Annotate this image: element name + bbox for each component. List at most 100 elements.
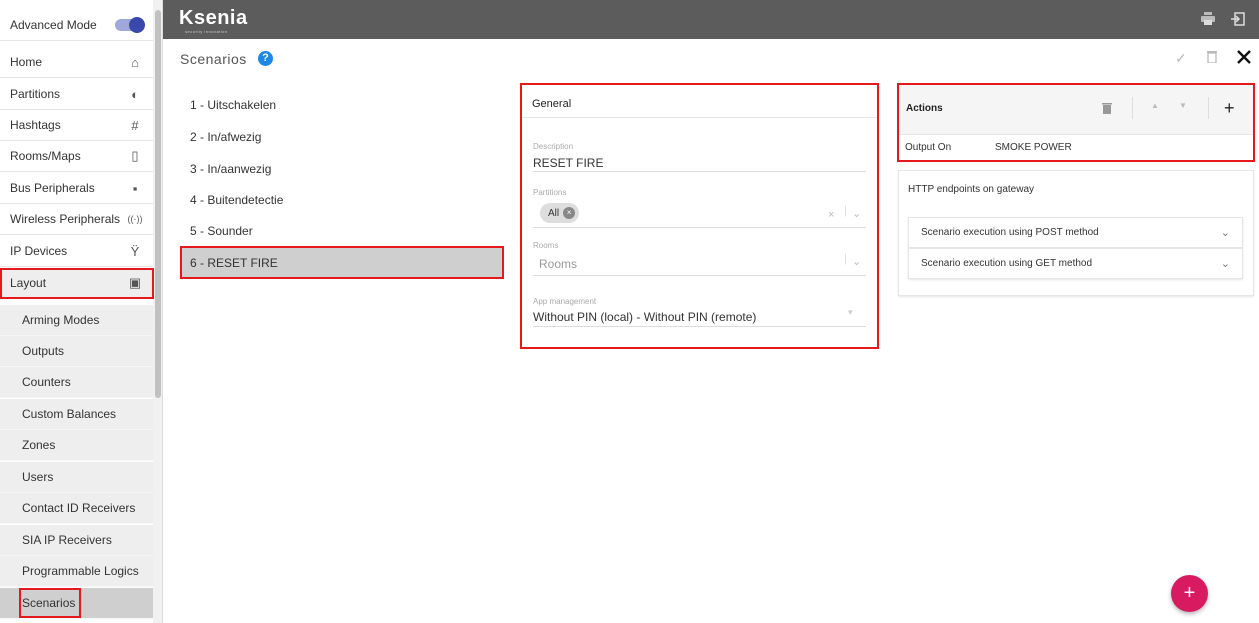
sidebar-subitem-counters[interactable]: Counters bbox=[0, 367, 153, 398]
sidebar-item-label: Layout bbox=[10, 276, 47, 290]
description-field[interactable]: RESET FIRE bbox=[533, 156, 603, 170]
scenario-label: 3 - In/aanwezig bbox=[190, 161, 272, 176]
actions-card: Actions ▲ ▼ + Output On SMOKE POWER bbox=[898, 84, 1254, 161]
sidebar-item-rooms-maps[interactable]: Rooms/Maps ▯ bbox=[0, 141, 153, 172]
sidebar-item-hashtags[interactable]: Hashtags # bbox=[0, 110, 153, 141]
scenario-item-selected[interactable]: 6 - RESET FIRE bbox=[180, 247, 502, 278]
sidebar-subitem-label: Programmable Logics bbox=[22, 564, 139, 578]
sidebar-subitem-scenarios[interactable]: Scenarios bbox=[0, 588, 153, 619]
app-root: Advanced Mode Home ⌂ Partitions ◐ Hashta… bbox=[0, 0, 1259, 623]
sidebar-item-bus-peripherals[interactable]: Bus Peripherals ▪ bbox=[0, 173, 153, 204]
add-scenario-fab[interactable]: + bbox=[1171, 575, 1208, 612]
app-management-label: App management bbox=[533, 297, 597, 306]
page-title: Scenarios bbox=[180, 51, 247, 67]
actions-title: Actions bbox=[906, 103, 943, 114]
action-row-type[interactable]: Output On bbox=[905, 142, 951, 153]
general-title: General bbox=[532, 98, 572, 110]
sidebar-subitem-label: Custom Balances bbox=[22, 407, 117, 421]
rooms-underline bbox=[533, 275, 866, 276]
top-bar: Ksenia security innovation bbox=[163, 0, 1259, 39]
help-icon[interactable]: ? bbox=[258, 51, 273, 66]
sidebar-item-ip-devices[interactable]: IP Devices Ÿ bbox=[0, 236, 153, 267]
sidebar-subitem-users[interactable]: Users bbox=[0, 462, 153, 493]
scenario-item[interactable]: 3 - In/aanwezig bbox=[180, 153, 502, 184]
scenario-label: 5 - Sounder bbox=[190, 223, 253, 238]
move-down-icon[interactable]: ▼ bbox=[1179, 101, 1187, 110]
description-label: Description bbox=[533, 142, 574, 151]
chevron-down-icon: ⌄ bbox=[1220, 227, 1230, 239]
clear-icon[interactable]: × bbox=[828, 209, 834, 221]
sidebar-subitem-custom-balances[interactable]: Custom Balances bbox=[0, 399, 153, 430]
partitions-label: Partitions bbox=[533, 188, 567, 197]
advanced-mode-label: Advanced Mode bbox=[10, 17, 97, 32]
select-separator: | bbox=[844, 253, 847, 265]
rooms-select[interactable]: Rooms bbox=[539, 257, 577, 271]
action-row-target[interactable]: SMOKE POWER bbox=[995, 142, 1072, 153]
header-separator bbox=[1208, 97, 1209, 119]
sidebar-scrollbar-thumb[interactable] bbox=[155, 10, 161, 398]
partitions-underline bbox=[533, 227, 866, 228]
trash-icon[interactable] bbox=[1102, 102, 1112, 117]
scenario-item[interactable]: 5 - Sounder bbox=[180, 215, 502, 246]
sidebar-subitem-contact-id-receivers[interactable]: Contact ID Receivers bbox=[0, 493, 153, 524]
delete-icon[interactable] bbox=[1207, 50, 1217, 66]
logo-tagline: security innovation bbox=[185, 29, 228, 34]
sidebar-item-layout[interactable]: Layout ▣ bbox=[0, 268, 153, 299]
chevron-down-icon[interactable]: ⌄ bbox=[852, 207, 861, 220]
logout-icon[interactable] bbox=[1231, 12, 1245, 29]
sidebar: Advanced Mode Home ⌂ Partitions ◐ Hashta… bbox=[0, 0, 163, 623]
scenario-item[interactable]: 2 - In/afwezig bbox=[180, 121, 502, 152]
accordion-label: Scenario execution using GET method bbox=[921, 258, 1093, 269]
scenario-label: 4 - Buitendetectie bbox=[190, 192, 284, 207]
pie-icon: ◐ bbox=[131, 86, 139, 102]
sidebar-subitem-label: Counters bbox=[22, 375, 71, 389]
device-icon: ▪ bbox=[132, 180, 138, 196]
partition-chip-all[interactable]: All × bbox=[540, 203, 580, 223]
accordion-get-method[interactable]: Scenario execution using GET method ⌄ bbox=[908, 248, 1243, 279]
accordion-post-method[interactable]: Scenario execution using POST method ⌄ bbox=[908, 217, 1243, 248]
hashtag-icon: # bbox=[131, 117, 139, 133]
sidebar-item-label: Wireless Peripherals bbox=[10, 212, 121, 226]
sidebar-subitem-label: Scenarios bbox=[22, 596, 76, 610]
sidebar-subitem-programmable-logics[interactable]: Programmable Logics bbox=[0, 556, 153, 587]
chevron-down-icon[interactable]: ⌄ bbox=[852, 255, 861, 268]
scenario-label: 1 - Uitschakelen bbox=[190, 97, 277, 112]
confirm-check-icon[interactable]: ✓ bbox=[1175, 50, 1187, 67]
chip-remove-icon[interactable]: × bbox=[563, 207, 576, 219]
sidebar-item-label: Bus Peripherals bbox=[10, 181, 95, 195]
scenario-item[interactable]: 4 - Buitendetectie bbox=[180, 184, 502, 215]
sidebar-subitem-label: Users bbox=[22, 470, 54, 484]
sidebar-subitem-label: Outputs bbox=[22, 344, 65, 358]
sidebar-subitem-zones[interactable]: Zones bbox=[0, 430, 153, 461]
sidebar-subitem-sia-ip-receivers[interactable]: SIA IP Receivers bbox=[0, 525, 153, 556]
add-action-icon[interactable]: + bbox=[1224, 98, 1235, 119]
move-up-icon[interactable]: ▲ bbox=[1151, 101, 1159, 110]
sidebar-item-label: Home bbox=[10, 55, 43, 69]
chevron-down-icon[interactable]: ▾ bbox=[848, 307, 853, 318]
sidebar-subitem-outputs[interactable]: Outputs bbox=[0, 336, 153, 367]
sidebar-item-home[interactable]: Home ⌂ bbox=[0, 47, 153, 78]
advanced-mode-row: Advanced Mode bbox=[0, 9, 153, 41]
plug-icon: Ÿ bbox=[130, 243, 140, 259]
scenario-label: 2 - In/afwezig bbox=[190, 129, 262, 144]
sidebar-item-label: Hashtags bbox=[10, 118, 61, 132]
advanced-mode-toggle[interactable] bbox=[115, 16, 145, 33]
wireless-icon: ((·)) bbox=[127, 214, 143, 224]
sidebar-subitem-label: Zones bbox=[22, 438, 56, 452]
sidebar-item-label: IP Devices bbox=[10, 244, 68, 258]
sidebar-subitem-label: SIA IP Receivers bbox=[22, 533, 112, 547]
sidebar-subitem-arming-modes[interactable]: Arming Modes bbox=[0, 305, 153, 336]
wrench-cross-icon[interactable] bbox=[1236, 49, 1252, 68]
rooms-label: Rooms bbox=[533, 241, 559, 250]
http-endpoints-title: HTTP endpoints on gateway bbox=[908, 184, 1035, 195]
sidebar-item-wireless-peripherals[interactable]: Wireless Peripherals ((·)) bbox=[0, 204, 153, 235]
app-management-select[interactable]: Without PIN (local) - Without PIN (remot… bbox=[533, 310, 756, 324]
general-card: General Description RESET FIRE Partition… bbox=[521, 84, 878, 348]
select-separator: | bbox=[844, 205, 847, 217]
sidebar-item-partitions[interactable]: Partitions ◐ bbox=[0, 79, 153, 110]
print-icon[interactable] bbox=[1201, 12, 1215, 28]
chevron-down-icon: ⌄ bbox=[1220, 258, 1230, 270]
home-icon: ⌂ bbox=[131, 54, 139, 70]
sidebar-item-label: Partitions bbox=[10, 87, 61, 101]
scenario-item[interactable]: 1 - Uitschakelen bbox=[180, 89, 502, 120]
